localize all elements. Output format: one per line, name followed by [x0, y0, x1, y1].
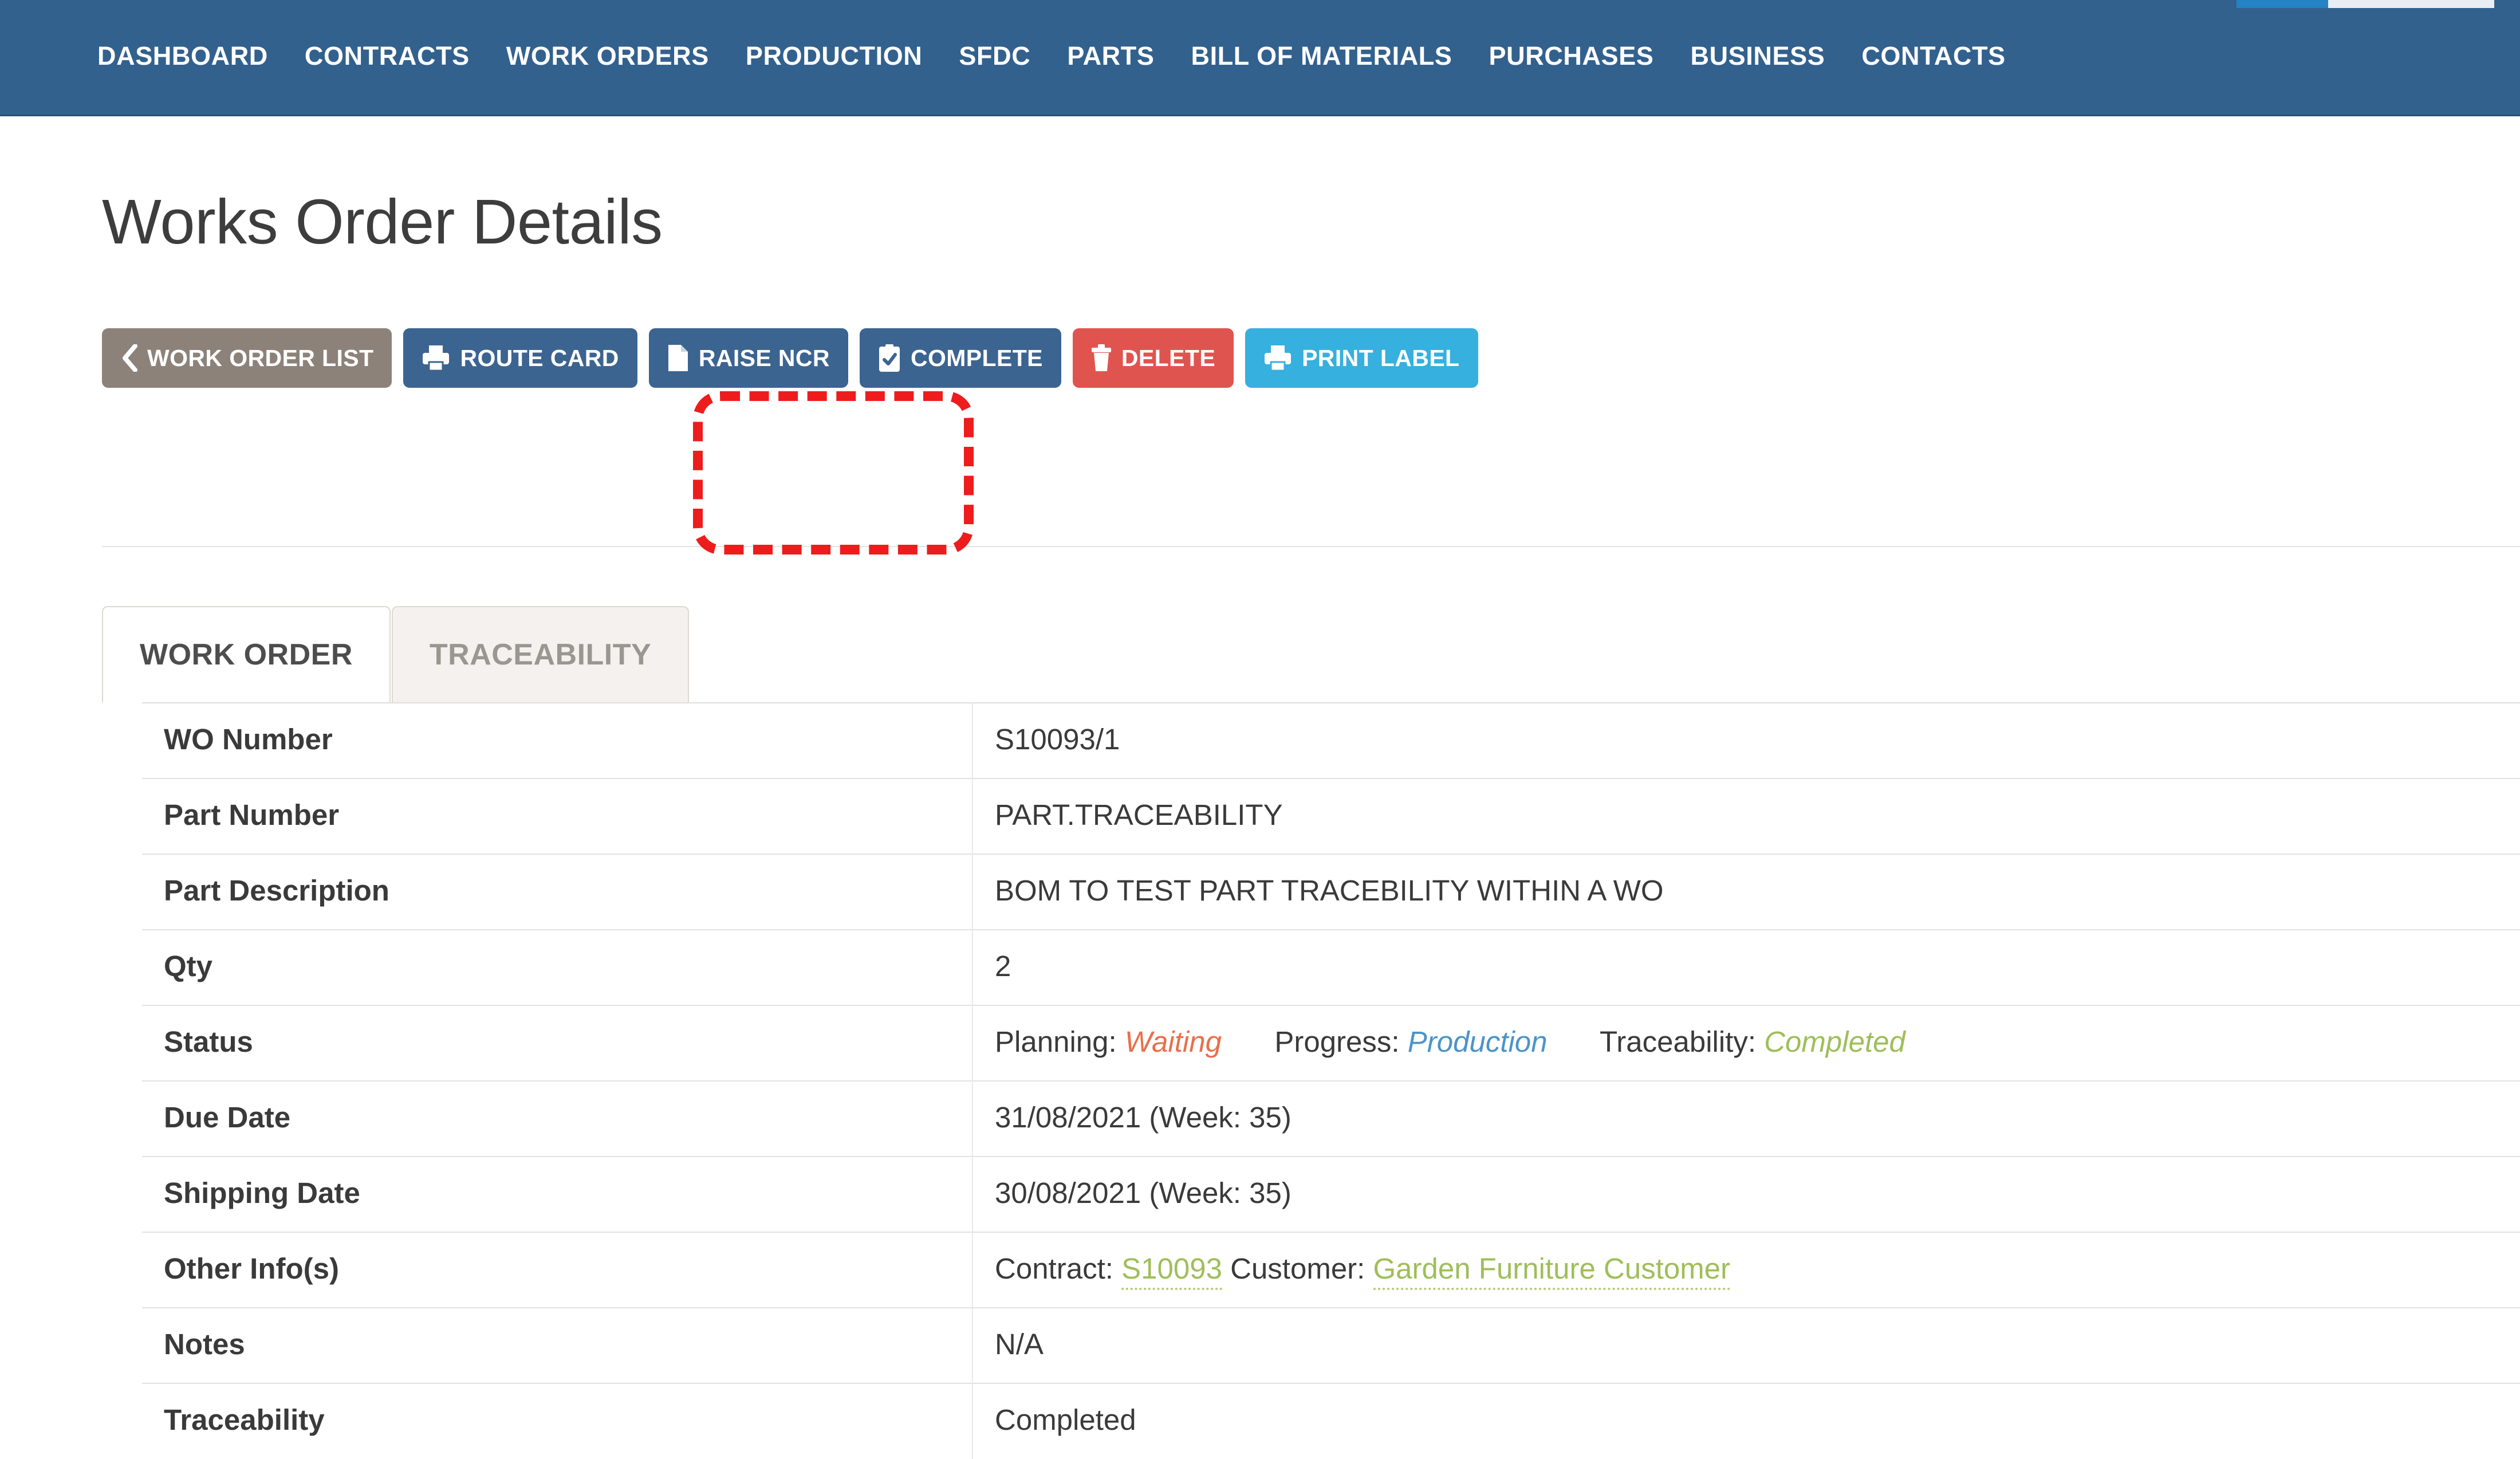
- nav-item-bill-of-materials[interactable]: BILL OF MATERIALS: [1173, 41, 1471, 71]
- table-row: Status Planning: Waiting Progress: Produ…: [142, 1005, 2520, 1081]
- top-navigation-bar: DASHBOARD CONTRACTS WORK ORDERS PRODUCTI…: [0, 0, 2520, 116]
- file-icon: [667, 344, 689, 372]
- page-title: Works Order Details: [102, 191, 663, 254]
- row-label-due-date: Due Date: [142, 1081, 972, 1157]
- status-planning-value: Waiting: [1125, 1025, 1222, 1058]
- table-row: Part Description BOM TO TEST PART TRACEB…: [142, 854, 2520, 930]
- delete-button-label: DELETE: [1121, 347, 1215, 370]
- nav-accent-bar-light: [2328, 0, 2494, 8]
- row-value-traceability: Completed: [972, 1383, 2520, 1459]
- printer-icon: [422, 344, 450, 372]
- row-value-qty: 2: [972, 930, 2520, 1005]
- tab-bar: WORK ORDER TRACEABILITY: [102, 606, 689, 702]
- nav-item-sfdc[interactable]: SFDC: [940, 41, 1049, 71]
- row-label-part-number: Part Number: [142, 778, 972, 854]
- nav-item-parts[interactable]: PARTS: [1049, 41, 1172, 71]
- status-progress-label: Progress:: [1274, 1025, 1399, 1058]
- nav-item-contacts[interactable]: CONTACTS: [1843, 41, 2023, 71]
- other-info-customer-label: Customer:: [1230, 1252, 1365, 1285]
- status-progress-value: Production: [1408, 1025, 1548, 1058]
- table-row: Traceability Completed: [142, 1383, 2520, 1459]
- table-row: Qty 2: [142, 930, 2520, 1005]
- customer-link[interactable]: Garden Furniture Customer: [1373, 1252, 1731, 1290]
- row-value-wo-number: S10093/1: [972, 703, 2520, 778]
- status-traceability-label: Traceability:: [1600, 1025, 1756, 1058]
- status-planning-label: Planning:: [995, 1025, 1117, 1058]
- toolbar-divider: [102, 546, 2520, 547]
- route-card-button-label: ROUTE CARD: [460, 347, 619, 370]
- raise-ncr-button-label: RAISE NCR: [699, 347, 830, 370]
- table-row: Notes N/A: [142, 1308, 2520, 1383]
- complete-button[interactable]: COMPLETE: [860, 328, 1061, 388]
- row-label-notes: Notes: [142, 1308, 972, 1383]
- work-order-details-panel: WO Number S10093/1 Part Number PART.TRAC…: [142, 702, 2520, 1459]
- table-row: Part Number PART.TRACEABILITY: [142, 778, 2520, 854]
- print-label-button[interactable]: PRINT LABEL: [1245, 328, 1478, 388]
- nav-item-work-orders[interactable]: WORK ORDERS: [488, 41, 727, 71]
- raise-ncr-button[interactable]: RAISE NCR: [649, 328, 848, 388]
- work-order-list-button[interactable]: WORK ORDER LIST: [102, 328, 392, 388]
- route-card-button[interactable]: ROUTE CARD: [403, 328, 637, 388]
- status-traceability-value: Completed: [1764, 1025, 1905, 1058]
- annotation-highlight-raise-ncr: [693, 391, 974, 555]
- page-content: Works Order Details WORK ORDER LIST ROUT…: [0, 116, 2520, 1418]
- nav-item-contracts[interactable]: CONTRACTS: [286, 41, 488, 71]
- printer-icon: [1263, 344, 1292, 372]
- complete-button-label: COMPLETE: [911, 347, 1043, 370]
- row-value-part-number: PART.TRACEABILITY: [972, 778, 2520, 854]
- clipboard-check-icon: [878, 344, 901, 372]
- row-value-part-description: BOM TO TEST PART TRACEBILITY WITHIN A WO: [972, 854, 2520, 930]
- table-row: Other Info(s) Contract: S10093 Customer:…: [142, 1232, 2520, 1308]
- chevron-left-icon: [120, 344, 137, 372]
- row-label-wo-number: WO Number: [142, 703, 972, 778]
- work-order-list-button-label: WORK ORDER LIST: [147, 347, 373, 370]
- row-label-shipping-date: Shipping Date: [142, 1157, 972, 1232]
- table-row: Due Date 31/08/2021 (Week: 35): [142, 1081, 2520, 1157]
- action-toolbar: WORK ORDER LIST ROUTE CARD RAISE NCR: [102, 328, 1478, 388]
- row-label-status: Status: [142, 1005, 972, 1081]
- nav-item-dashboard[interactable]: DASHBOARD: [97, 41, 286, 71]
- delete-button[interactable]: DELETE: [1073, 328, 1234, 388]
- row-label-part-description: Part Description: [142, 854, 972, 930]
- row-label-qty: Qty: [142, 930, 972, 1005]
- row-value-status: Planning: Waiting Progress: Production T…: [972, 1005, 2520, 1081]
- nav-item-business[interactable]: BUSINESS: [1672, 41, 1843, 71]
- other-info-contract-label: Contract:: [995, 1252, 1113, 1285]
- nav-menu: DASHBOARD CONTRACTS WORK ORDERS PRODUCTI…: [97, 41, 2024, 71]
- row-label-traceability: Traceability: [142, 1383, 972, 1459]
- row-label-other-info: Other Info(s): [142, 1232, 972, 1308]
- row-value-due-date: 31/08/2021 (Week: 35): [972, 1081, 2520, 1157]
- tab-traceability[interactable]: TRACEABILITY: [392, 606, 689, 702]
- trash-icon: [1091, 344, 1112, 372]
- work-order-details-table: WO Number S10093/1 Part Number PART.TRAC…: [142, 702, 2520, 1459]
- nav-item-production[interactable]: PRODUCTION: [727, 41, 941, 71]
- nav-accent-bar: [2236, 0, 2328, 8]
- row-value-other-info: Contract: S10093 Customer: Garden Furnit…: [972, 1232, 2520, 1308]
- row-value-shipping-date: 30/08/2021 (Week: 35): [972, 1157, 2520, 1232]
- tab-work-order[interactable]: WORK ORDER: [102, 606, 391, 702]
- print-label-button-label: PRINT LABEL: [1302, 347, 1459, 370]
- nav-item-purchases[interactable]: PURCHASES: [1471, 41, 1672, 71]
- contract-link[interactable]: S10093: [1121, 1252, 1222, 1290]
- row-value-notes: N/A: [972, 1308, 2520, 1383]
- table-row: Shipping Date 30/08/2021 (Week: 35): [142, 1157, 2520, 1232]
- table-row: WO Number S10093/1: [142, 703, 2520, 778]
